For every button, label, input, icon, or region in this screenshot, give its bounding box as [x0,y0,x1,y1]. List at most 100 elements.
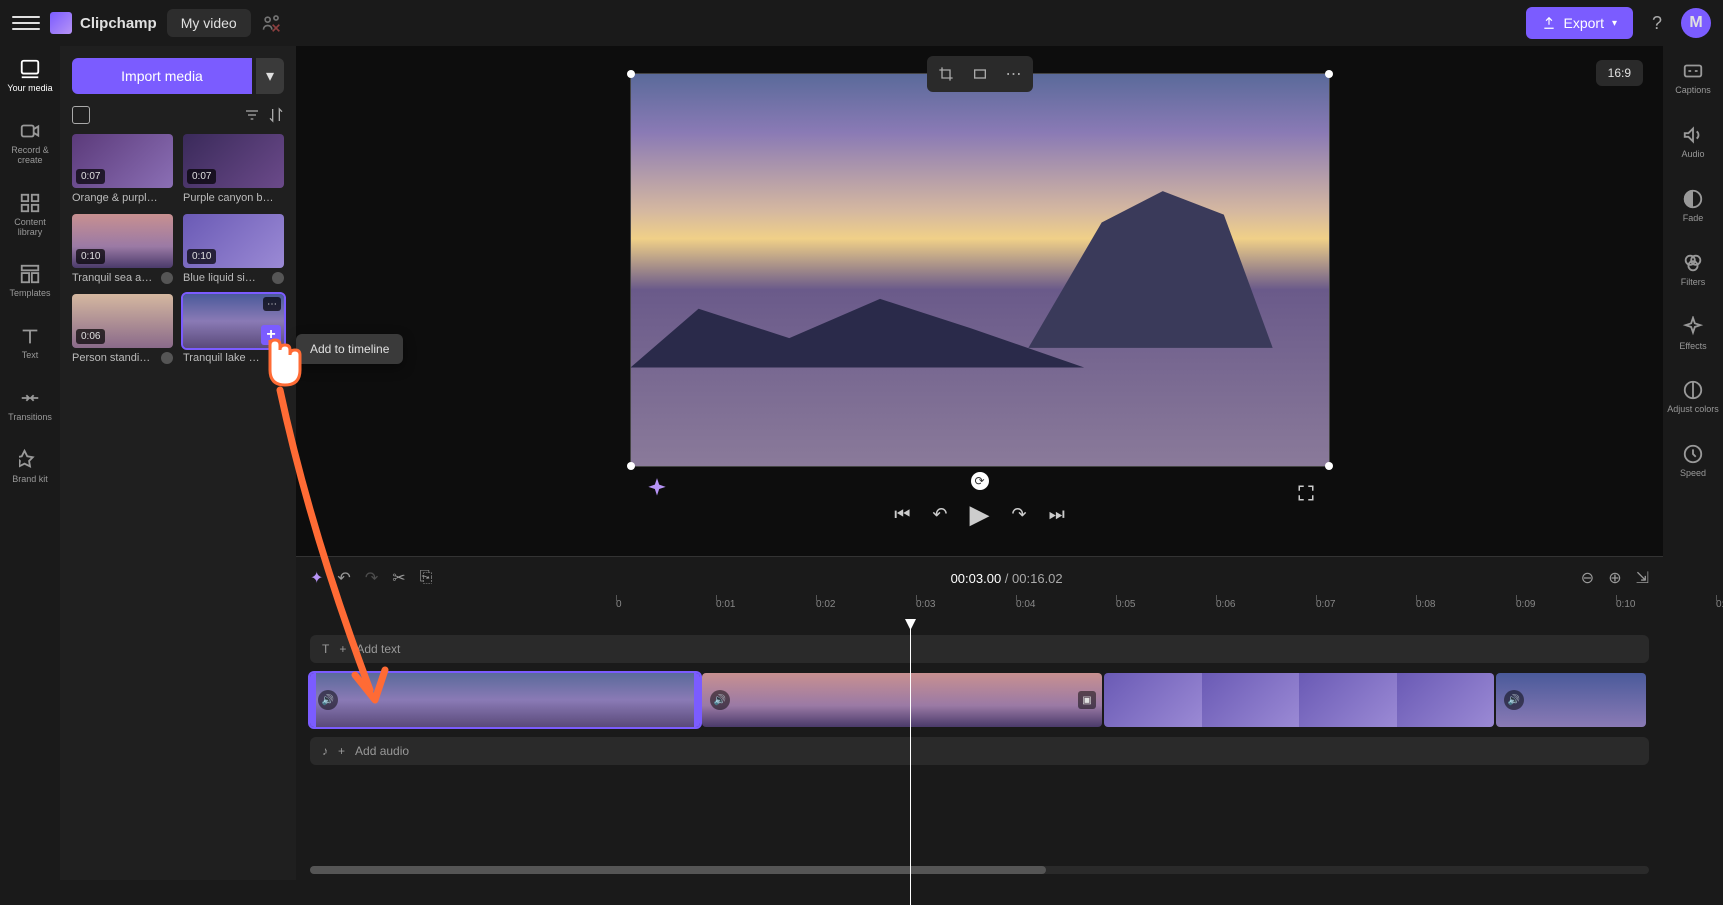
speed-icon [1682,443,1704,465]
media-item[interactable]: 0:06 Person standi… [72,294,173,364]
media-icon [19,58,41,80]
arrow-illustration [270,380,410,720]
sidebar-item-effects[interactable]: Effects [1675,312,1710,356]
import-more-button[interactable]: ▾ [256,58,284,94]
duration-badge: 0:06 [76,329,105,344]
sidebar-item-record[interactable]: Record & create [0,116,60,170]
media-item[interactable]: 0:10 Tranquil sea a… [72,214,173,284]
media-label: Tranquil sea a… [72,272,152,284]
play-button[interactable]: ▶ [970,499,990,530]
project-title-tab[interactable]: My video [167,9,251,37]
sidebar-item-captions[interactable]: Captions [1671,56,1715,100]
sidebar-label: Templates [9,289,50,299]
media-item[interactable]: 0:07 Purple canyon b… [183,134,284,204]
resize-handle-tl[interactable] [627,70,635,78]
help-button[interactable]: ? [1643,9,1671,37]
rotate-handle[interactable]: ⟳ [971,472,989,490]
sidebar-item-adjust-colors[interactable]: Adjust colors [1663,375,1723,419]
video-track[interactable]: 🔊 🔊 ▣ 🔊 [310,673,1649,727]
add-audio-label: Add audio [355,744,409,758]
rewind-button[interactable]: ↶ [932,504,947,525]
sidebar-label: Audio [1681,150,1704,160]
upload-icon [1542,16,1556,30]
duration-badge: 0:07 [187,169,216,184]
sidebar-label: Captions [1675,86,1711,96]
media-item[interactable]: 0:10 Blue liquid si… [183,214,284,284]
hand-cursor-illustration [250,330,310,400]
fullscreen-button[interactable] [1297,484,1315,502]
video-clip-2[interactable]: 🔊 ▣ [702,673,1102,727]
filter-icon[interactable] [244,107,260,123]
ai-sparkle-icon[interactable] [644,476,670,502]
select-all-checkbox[interactable] [72,106,90,124]
scrollbar-thumb[interactable] [310,866,1046,874]
more-options-button[interactable]: ⋯ [999,60,1029,88]
sort-icon[interactable] [268,107,284,123]
sidebar-label: Adjust colors [1667,405,1719,415]
playhead[interactable] [910,625,911,905]
timeline-ruler[interactable]: 0 0:01 0:02 0:03 0:04 0:05 0:06 0:07 0:0… [296,599,1663,625]
fit-button[interactable] [965,60,995,88]
timeline-scrollbar[interactable] [310,866,1649,874]
tooltip-add-to-timeline: Add to timeline [296,334,403,364]
library-icon [19,192,41,214]
media-more-button[interactable]: ⋯ [263,297,281,311]
fit-timeline-button[interactable]: ⇲ [1636,568,1649,588]
import-media-button[interactable]: Import media [72,58,252,94]
video-clip-4[interactable]: 🔊 [1496,673,1646,727]
preview-toolbar: ⋯ [927,56,1033,92]
sidebar-item-text[interactable]: Text [15,321,45,365]
forward-button[interactable]: ↷ [1012,504,1027,525]
skip-forward-button[interactable]: ⏭ [1049,504,1065,525]
skip-back-button[interactable]: ⏮ [894,504,910,525]
filters-icon [1682,252,1704,274]
ruler-tick: 0 [616,599,622,610]
chevron-down-icon: ▾ [1612,18,1617,29]
check-icon [272,272,284,284]
timeline: ✦ ↶ ↷ ✂ ⎘ 00:03.00 / 00:16.02 ⊖ ⊕ ⇲ 0 0:… [296,556,1663,880]
share-icon[interactable] [261,13,281,33]
ruler-tick: 0:06 [1216,599,1235,610]
resize-handle-bl[interactable] [627,462,635,470]
captions-icon [1682,60,1704,82]
check-icon [161,272,173,284]
zoom-in-button[interactable]: ⊕ [1608,568,1621,588]
sidebar-item-audio[interactable]: Audio [1677,120,1708,164]
preview-canvas[interactable]: ⟳ [630,73,1330,467]
media-label: Orange & purpl… [72,192,158,204]
media-item[interactable]: 0:07 Orange & purpl… [72,134,173,204]
duration-badge: 0:10 [76,249,105,264]
sidebar-item-filters[interactable]: Filters [1677,248,1710,292]
add-text-track[interactable]: T + Add text [310,635,1649,663]
media-label: Person standi… [72,352,150,364]
video-clip-3[interactable] [1104,673,1494,727]
sidebar-item-transitions[interactable]: Transitions [4,383,56,427]
media-panel: Import media ▾ 0:07 Orange & purpl… 0:07… [60,46,296,880]
clip-audio-icon[interactable]: 🔊 [710,690,730,710]
export-button[interactable]: Export ▾ [1526,7,1634,39]
clip-handle-right[interactable] [694,673,700,727]
transitions-icon [19,387,41,409]
clip-audio-icon[interactable]: 🔊 [1504,690,1524,710]
ruler-tick: 0:09 [1516,599,1535,610]
sidebar-item-brand-kit[interactable]: Brand kit [8,445,52,489]
aspect-ratio-badge[interactable]: 16:9 [1596,60,1643,86]
sidebar-item-fade[interactable]: Fade [1678,184,1708,228]
sidebar-label: Speed [1680,469,1706,479]
copy-button[interactable]: ⎘ [420,569,433,587]
user-avatar[interactable]: M [1681,8,1711,38]
add-audio-track[interactable]: ♪ + Add audio [310,737,1649,765]
resize-handle-br[interactable] [1325,462,1333,470]
menu-button[interactable] [12,9,40,37]
sidebar-item-templates[interactable]: Templates [5,259,54,303]
right-sidebar: Captions Audio Fade Filters Effects Adju… [1663,46,1723,880]
zoom-out-button[interactable]: ⊖ [1581,568,1594,588]
sidebar-item-content-library[interactable]: Content library [0,188,60,242]
media-label: Tranquil lake … [183,352,260,364]
sidebar-item-your-media[interactable]: Your media [3,54,56,98]
clip-fx-icon[interactable]: ▣ [1078,691,1096,709]
sidebar-item-speed[interactable]: Speed [1676,439,1710,483]
resize-handle-tr[interactable] [1325,70,1333,78]
text-icon [19,325,41,347]
crop-button[interactable] [931,60,961,88]
